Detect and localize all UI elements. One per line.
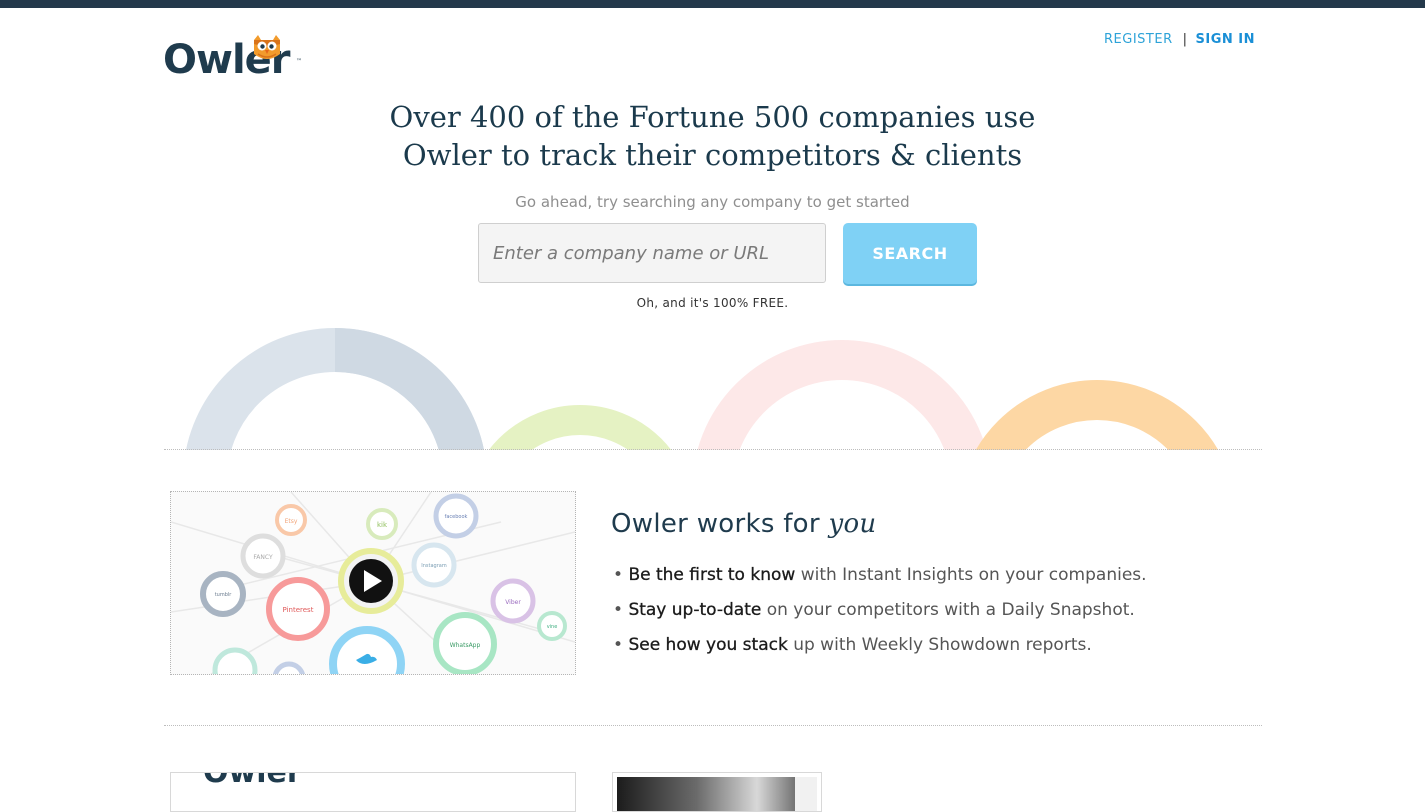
section-divider bbox=[164, 725, 1262, 726]
logo-trademark: ™ bbox=[296, 58, 302, 65]
decorative-arcs bbox=[164, 310, 1264, 450]
card-logo: Owler bbox=[203, 772, 302, 790]
bubble-label: WhatsApp bbox=[450, 642, 481, 649]
bubble-label: kik bbox=[377, 521, 388, 529]
feature-item-text: with Instant Insights on your companies. bbox=[795, 565, 1147, 585]
feature-item: • Be the first to know with Instant Insi… bbox=[613, 565, 1147, 585]
bubble-label: Pinterest bbox=[283, 606, 314, 614]
bubble-label: facebook bbox=[445, 514, 468, 520]
bubble-label: FANCY bbox=[253, 554, 273, 561]
feature-item-text: on your competitors with a Daily Snapsho… bbox=[761, 600, 1135, 620]
decorative-arcs-graphic bbox=[186, 328, 1219, 450]
intro-video-player[interactable]: Etsy kik facebook FANCY Instagram tumblr… bbox=[170, 491, 576, 675]
features-title: Owler works for you bbox=[611, 505, 876, 543]
feature-item: • See how you stack up with Weekly Showd… bbox=[613, 635, 1092, 655]
bubble-label: vine bbox=[547, 624, 558, 630]
preview-card: Owler bbox=[170, 772, 576, 812]
hero-title: Over 400 of the Fortune 500 companies us… bbox=[0, 98, 1425, 174]
register-link[interactable]: REGISTER bbox=[1104, 32, 1173, 47]
owl-mascot-icon bbox=[254, 35, 280, 59]
sign-in-link[interactable]: SIGN IN bbox=[1196, 32, 1256, 47]
card-photo bbox=[617, 777, 817, 811]
auth-links: REGISTER | SIGN IN bbox=[1104, 31, 1255, 49]
hero-title-line-2: Owler to track their competitors & clien… bbox=[402, 138, 1023, 172]
card-photo-edge bbox=[795, 777, 817, 811]
bubble-label: Instagram bbox=[421, 563, 447, 569]
bubble-label: tumblr bbox=[215, 592, 233, 598]
company-search-input[interactable] bbox=[478, 223, 826, 283]
feature-item-text: up with Weekly Showdown reports. bbox=[787, 635, 1092, 655]
owler-logo[interactable]: Owler ™ bbox=[163, 34, 305, 84]
feature-item: • Stay up-to-date on your competitors wi… bbox=[613, 600, 1135, 620]
feature-item-bold: Be the first to know bbox=[628, 565, 796, 585]
section-divider bbox=[164, 449, 1262, 450]
photo-card bbox=[612, 772, 822, 812]
features-title-prefix: Owler works for bbox=[611, 509, 829, 539]
features-list: • Be the first to know with Instant Insi… bbox=[613, 558, 1147, 663]
feature-item-bold: Stay up-to-date bbox=[628, 600, 762, 620]
feature-item-bold: See how you stack bbox=[628, 635, 788, 655]
hero-subtitle: Go ahead, try searching any company to g… bbox=[515, 193, 910, 211]
search-button[interactable]: SEARCH bbox=[843, 223, 977, 284]
features-title-emphasis: you bbox=[828, 509, 877, 539]
bubble-label: Viber bbox=[505, 599, 521, 606]
top-bar bbox=[0, 0, 1425, 8]
bubble-label: Etsy bbox=[285, 518, 298, 525]
hero-title-line-1: Over 400 of the Fortune 500 companies us… bbox=[389, 100, 1036, 134]
auth-separator: | bbox=[1182, 32, 1188, 47]
video-thumbnail: Etsy kik facebook FANCY Instagram tumblr… bbox=[171, 492, 575, 674]
